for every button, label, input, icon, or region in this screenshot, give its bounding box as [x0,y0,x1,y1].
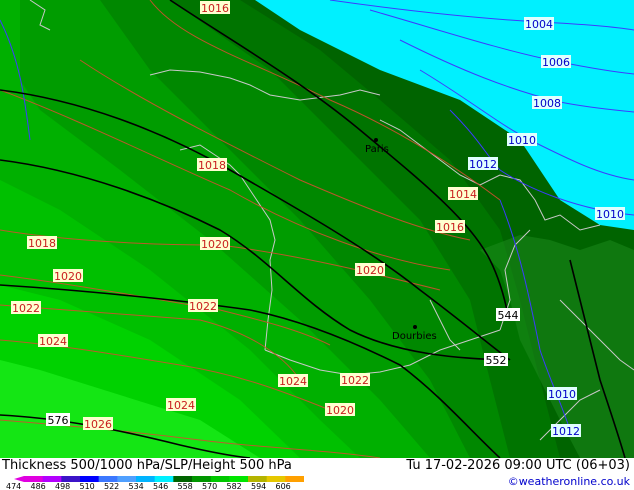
svg-text:1022: 1022 [341,374,369,387]
height-label: 544 [496,308,520,322]
isobar-label: 1018 [27,236,57,250]
scale-tick-label: 486 [31,482,46,490]
svg-text:1020: 1020 [356,264,384,277]
svg-text:1018: 1018 [198,159,226,172]
isobar-label: 1020 [325,403,355,417]
height-label: 576 [46,413,70,427]
scale-tick-label: 570 [202,482,217,490]
svg-text:576: 576 [48,414,69,427]
height-label: 552 [484,353,508,367]
svg-text:1008: 1008 [533,97,561,110]
isobar-label: 1024 [38,334,68,348]
svg-text:1022: 1022 [189,300,217,313]
isobar-label: 1024 [278,374,308,388]
svg-text:1020: 1020 [326,404,354,417]
svg-text:1004: 1004 [525,18,553,31]
isobar-label: 1020 [355,263,385,277]
isobar-label: 1010 [595,207,625,221]
isobar-label: 1012 [551,424,581,438]
svg-text:1014: 1014 [449,188,477,201]
credit-link[interactable]: ©weatheronline.co.uk [508,475,630,488]
svg-text:1010: 1010 [548,388,576,401]
svg-text:1020: 1020 [54,270,82,283]
isobar-label: 1018 [197,158,227,172]
scale-tick-label: 498 [55,482,70,490]
svg-text:1026: 1026 [84,418,112,431]
svg-text:552: 552 [486,354,507,367]
svg-text:1018: 1018 [28,237,56,250]
isobar-label: 1014 [448,187,478,201]
svg-text:1024: 1024 [167,399,195,412]
isobar-label: 1020 [53,269,83,283]
svg-text:1024: 1024 [279,375,307,388]
svg-text:1010: 1010 [508,134,536,147]
isobar-label: 1006 [541,55,571,69]
svg-text:1022: 1022 [12,302,40,315]
isobar-label: 1012 [468,157,498,171]
scale-tick-label: 558 [178,482,193,490]
scale-tick-label: 474 [6,482,21,490]
city-label-paris: Paris [365,144,389,155]
map-title: Thickness 500/1000 hPa/SLP/Height 500 hP… [2,458,292,473]
svg-text:1012: 1012 [469,158,497,171]
svg-text:544: 544 [498,309,519,322]
isobar-label: 1022 [340,373,370,387]
map-footer: Thickness 500/1000 hPa/SLP/Height 500 hP… [0,458,634,490]
isobar-label: 1022 [188,299,218,313]
scale-tick-label: 582 [227,482,242,490]
scale-tick-label: 534 [129,482,144,490]
isobar-label: 1024 [166,398,196,412]
scale-tick-label: 522 [104,482,119,490]
isobar-label: 1026 [83,417,113,431]
color-scale: 474 486 498 510 522 534 546 558 570 582 594 606 [6,476,304,490]
weather-map: 1016 1004 1006 1008 1010 1012 1018 1014 1016 1010… [0,0,634,458]
svg-text:1010: 1010 [596,208,624,221]
city-label-dourbies: Dourbies [392,331,437,342]
svg-text:1016: 1016 [201,2,229,15]
svg-text:1024: 1024 [39,335,67,348]
isobar-label: 1004 [524,17,554,31]
svg-text:1012: 1012 [552,425,580,438]
isobar-label: 1016 [200,1,230,15]
svg-text:1016: 1016 [436,221,464,234]
scale-tick-label: 546 [153,482,168,490]
scale-tick-label: 606 [276,482,291,490]
isobar-label: 1016 [435,220,465,234]
isobar-label: 1010 [547,387,577,401]
scale-tick-label: 594 [251,482,266,490]
svg-text:1006: 1006 [542,56,570,69]
svg-text:1020: 1020 [201,238,229,251]
isobar-label: 1022 [11,301,41,315]
isobar-label: 1008 [532,96,562,110]
isobar-label: 1020 [200,237,230,251]
scale-tick-label: 510 [80,482,95,490]
isobar-label: 1010 [507,133,537,147]
map-canvas: 1016 1004 1006 1008 1010 1012 1018 1014 1016 1010… [0,0,634,458]
map-datetime: Tu 17-02-2026 09:00 UTC (06+03) [406,458,630,473]
